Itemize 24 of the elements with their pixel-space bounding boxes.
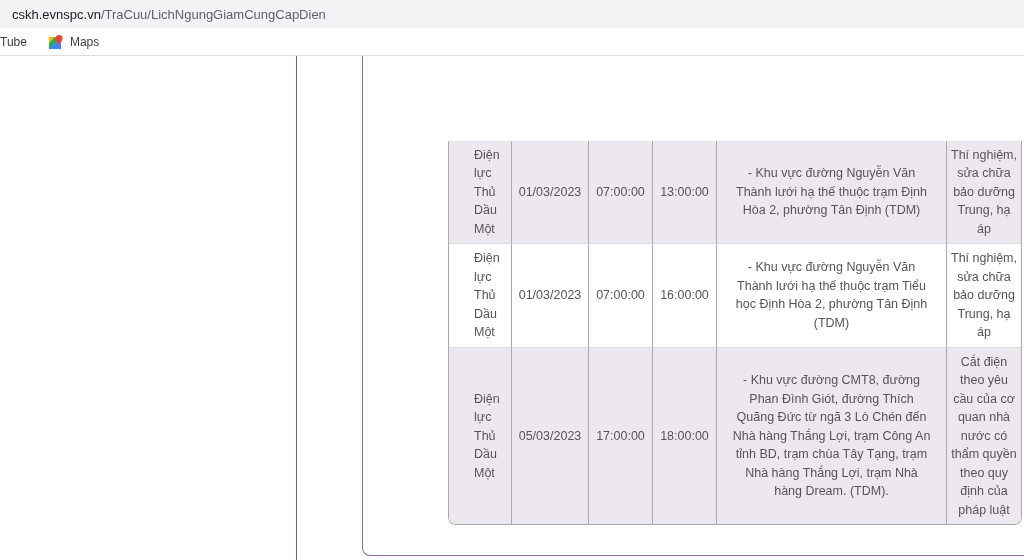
address-bar[interactable]: cskh.evnspc.vn/TraCuu/LichNgungGiamCungCapDien	[0, 0, 1024, 28]
table-cell: 01/03/2023	[518, 288, 582, 302]
table-cell: - Khu vực đường CMT8, đường Phan Đình Giót, đường Thích Quãng Đức từ ngã 3 Lò Chén đến Nhà hàng Thắng Lợi, trạm Công An tỉnh BD, trạm chùa Tây Tạng, trạm Nhà hàng Thắng Lợi, trạm Nhà hàng Dream. (TDM).	[732, 373, 931, 498]
table-cell: 17:00:00	[596, 428, 645, 443]
table-cell: Cắt điện theo yêu cầu của cơ quan nhà nước có thẩm quyền theo quy định của pháp luật	[951, 354, 1017, 517]
table-cell: 07:00:00	[596, 184, 645, 199]
table-cell: 18:00:00	[660, 428, 709, 443]
table-cell: 16:00:00	[660, 288, 709, 302]
table-cell: 07:00:00	[596, 288, 645, 302]
table-cell: Thí nghiệm, sửa chữa bảo dưỡng Trung, hạ áp	[951, 251, 1017, 339]
table-cell: Điện lực Thủ Dầu Một	[474, 391, 500, 480]
url-path: /TraCuu/LichNgungGiamCungCapDien	[100, 6, 326, 22]
map-pin-icon	[48, 34, 63, 49]
table-cell: 01/03/2023	[518, 184, 582, 199]
table-cell: 05/03/2023	[518, 428, 582, 443]
table-cell: 13:00:00	[660, 184, 709, 199]
url-host: cskh.evnspc.vn	[12, 6, 101, 22]
table-cell: Điện lực Thủ Dầu Một	[474, 251, 500, 339]
table-cell: Thí nghiệm, sửa chữa bảo dưỡng Trung, hạ áp	[951, 147, 1017, 236]
table-cell: Điện lực Thủ Dầu Một	[474, 147, 500, 236]
table-cell: - Khu vực đường Nguyễn Văn Thành lưới hạ thế thuộc trạm Định Hòa 2, phường Tân Định (TDM)	[736, 166, 927, 217]
bookmark-link[interactable]: Tube	[0, 34, 27, 49]
bookmark-link[interactable]: Maps	[40, 34, 100, 49]
table-cell: - Khu vực đường Nguyễn Văn Thành lưới hạ thế thuộc trạm Tiểu học Định Hòa 2, phường Tân Định (TDM)	[735, 260, 928, 330]
